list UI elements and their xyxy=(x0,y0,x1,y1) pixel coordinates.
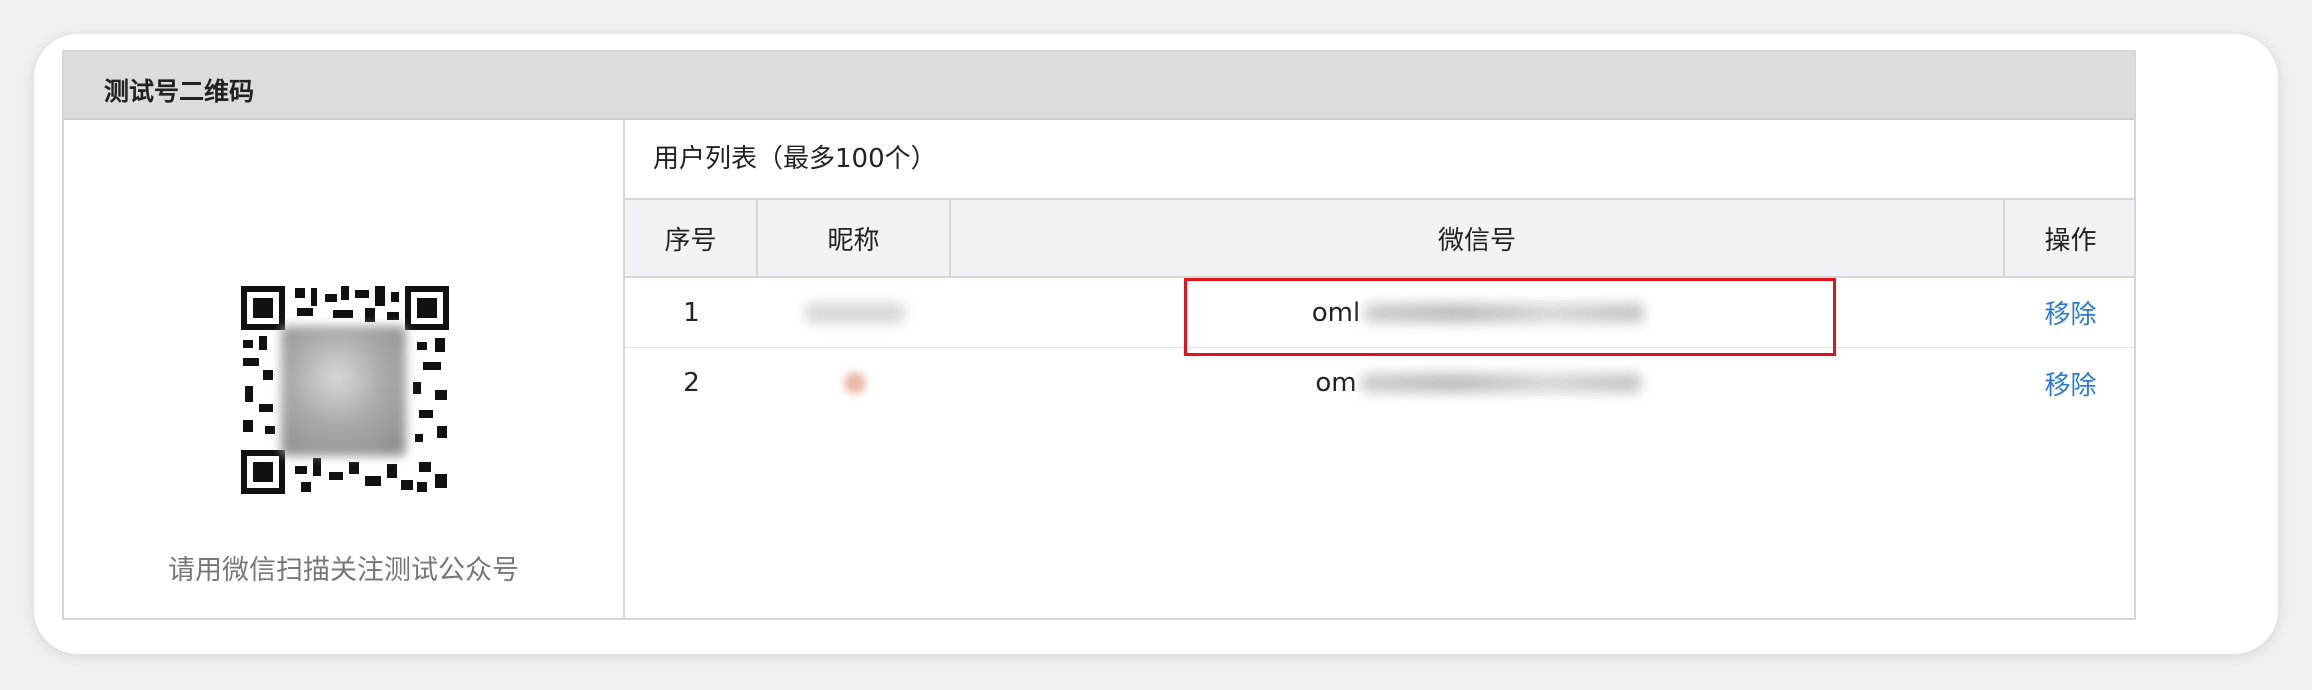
qr-blurred-center xyxy=(281,326,406,456)
remove-user-link[interactable]: 移除 xyxy=(2005,348,2136,418)
qr-panel: 测试号二维码 请用微信扫描关注测试公众号 用户列表（最多100个） 序号 昵称 … xyxy=(62,50,2136,620)
table-row: 1 oml 移除 xyxy=(625,278,2134,348)
table-row: 2 om 移除 xyxy=(625,348,2134,418)
redacted-nickname xyxy=(804,301,905,324)
row-index: 1 xyxy=(683,297,700,328)
row-wechat-id: om xyxy=(951,348,2005,418)
qr-caption: 请用微信扫描关注测试公众号 xyxy=(168,555,519,586)
qr-code xyxy=(241,286,449,494)
panel-title: 测试号二维码 xyxy=(104,77,255,106)
user-table: 序号 昵称 微信号 操作 1 oml 移除 2 om 移除 xyxy=(625,198,2134,418)
remove-user-link[interactable]: 移除 xyxy=(2005,278,2136,347)
row-wechat-id: oml xyxy=(951,278,2005,347)
column-header-nickname: 昵称 xyxy=(758,200,951,276)
qr-section: 请用微信扫描关注测试公众号 xyxy=(64,120,625,618)
row-index: 2 xyxy=(683,368,700,398)
column-header-wechat-id: 微信号 xyxy=(951,200,2005,276)
row-nickname xyxy=(758,278,951,347)
redacted-wechat-id xyxy=(1360,373,1641,393)
panel-header: 测试号二维码 xyxy=(64,52,2134,120)
redacted-avatar xyxy=(843,372,866,394)
column-header-index: 序号 xyxy=(625,200,758,276)
column-header-action: 操作 xyxy=(2044,225,2097,256)
user-list-title: 用户列表（最多100个） xyxy=(653,144,937,174)
table-header: 序号 昵称 微信号 操作 xyxy=(625,198,2134,278)
user-list-section: 用户列表（最多100个） 序号 昵称 微信号 操作 1 oml 移除 2 om … xyxy=(625,120,2134,618)
wechat-id-prefix: om xyxy=(1315,368,1357,398)
redacted-wechat-id xyxy=(1364,302,1645,323)
row-nickname xyxy=(758,348,951,418)
wechat-id-prefix: oml xyxy=(1311,297,1361,328)
